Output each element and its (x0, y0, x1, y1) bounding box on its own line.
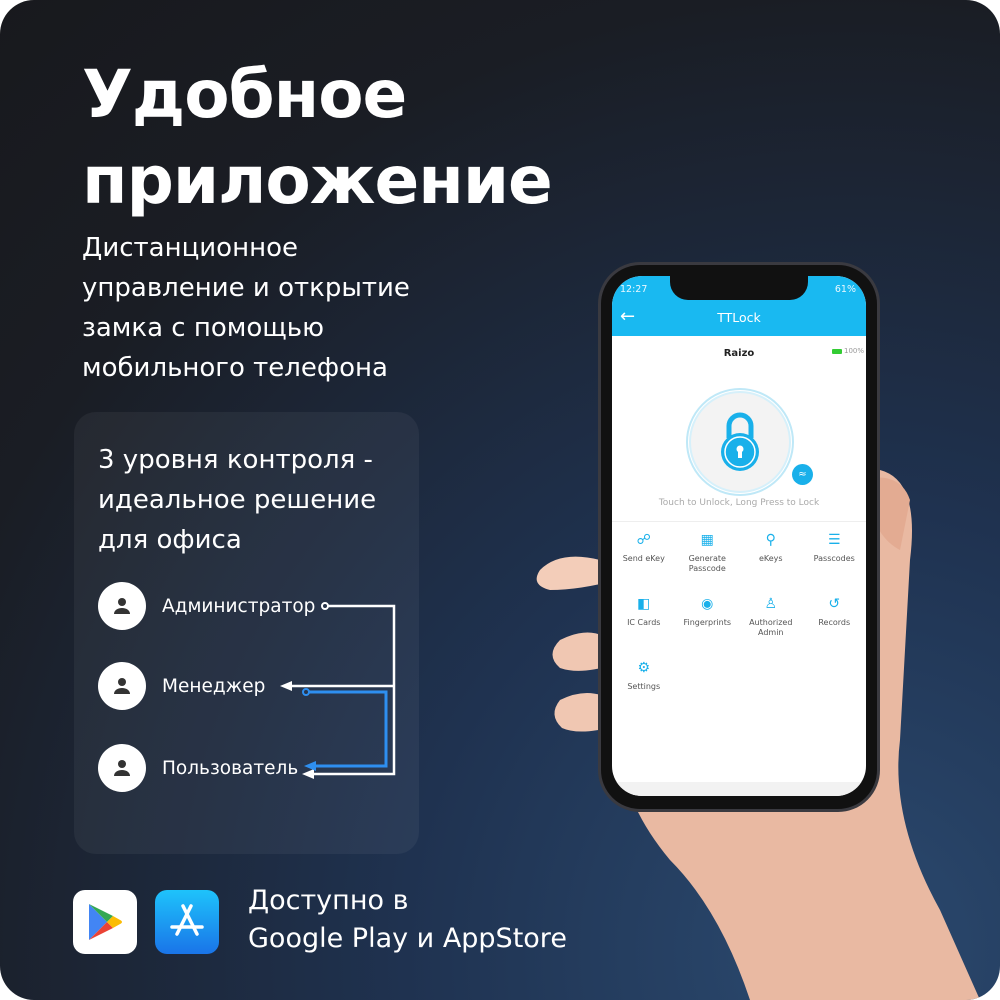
menu-fingerprints[interactable]: ◉ Fingerprints (676, 596, 740, 644)
control-levels-card: 3 уровня контроля - идеальное решение дл… (74, 412, 419, 854)
camera-notch (670, 276, 808, 300)
send-key-icon: ☍ (636, 532, 651, 548)
divider (612, 521, 866, 522)
unlock-button[interactable] (684, 386, 796, 498)
headline: Удобное приложение (82, 52, 553, 224)
promo-canvas: Удобное приложение Дистанционное управле… (0, 0, 1000, 1000)
menu-label: IC Cards (627, 618, 661, 627)
app-title: TTLock (717, 310, 761, 325)
menu-label: eKeys (758, 554, 783, 563)
admin-icon: ♙ (764, 596, 778, 612)
user-icon (98, 662, 146, 710)
status-time: 12:27 (620, 284, 648, 295)
headline-line: Удобное (82, 56, 407, 133)
role-label: Пользователь (162, 757, 299, 779)
role-manager: Менеджер (98, 662, 265, 710)
menu-label: Settings (627, 682, 661, 691)
history-icon: ↺ (828, 596, 841, 612)
lock-battery: 100% (831, 347, 864, 355)
menu-label: Generate Passcode (688, 554, 726, 573)
user-icon (98, 744, 146, 792)
menu-send-ekey[interactable]: ☍ Send eKey (612, 532, 676, 580)
menu-authorized-admin[interactable]: ♙ Authorized Admin (739, 596, 803, 644)
role-label: Администратор (162, 595, 316, 617)
lock-name: Raizo (723, 348, 755, 359)
menu-label: Passcodes (813, 554, 855, 563)
app-bar: 12:27 61% ← TTLock (612, 276, 866, 336)
menu-label: Records (818, 618, 851, 627)
card-icon: ◧ (637, 596, 651, 612)
unlock-hint: Touch to Unlock, Long Press to Lock (658, 498, 820, 508)
google-play-icon[interactable] (73, 890, 137, 954)
menu-label: Send eKey (622, 554, 665, 563)
menu-generate-passcode[interactable]: ▦ Generate Passcode (676, 532, 740, 580)
user-icon (98, 582, 146, 630)
menu-ic-cards[interactable]: ◧ IC Cards (612, 596, 676, 644)
subtitle-line: мобильного телефона (82, 353, 388, 383)
menu-label: Fingerprints (683, 618, 732, 627)
role-label: Менеджер (162, 675, 266, 697)
headline-line: приложение (82, 142, 553, 219)
keypad-icon: ▦ (700, 532, 714, 548)
menu-label: Authorized Admin (749, 618, 793, 637)
list-icon: ☰ (827, 532, 841, 548)
status-battery: 61% (834, 284, 856, 295)
feature-menu: ☍ Send eKey ▦ Generate Passcode ⚲ eKeys ☰ Pa… (612, 532, 866, 708)
app-store-icon[interactable] (155, 890, 219, 954)
fingerprint-icon: ◉ (701, 596, 714, 612)
keys-icon: ⚲ (765, 532, 776, 548)
gear-icon: ⚙ (637, 660, 651, 676)
subtitle: Дистанционное управление и открытие замк… (82, 228, 410, 388)
menu-settings[interactable]: ⚙ Settings (612, 660, 676, 708)
battery-icon (831, 348, 842, 354)
subtitle-line: Дистанционное (82, 233, 298, 263)
role-user: Пользователь (98, 744, 298, 792)
menu-ekeys[interactable]: ⚲ eKeys (739, 532, 803, 580)
phone-screen: 12:27 61% ← TTLock Raizo 100% ≈ Touch to… (612, 276, 866, 796)
subtitle-line: управление и открытие (82, 273, 410, 303)
menu-records[interactable]: ↺ Records (803, 596, 867, 644)
subtitle-line: замка с помощью (82, 313, 324, 343)
menu-passcodes[interactable]: ☰ Passcodes (803, 532, 867, 580)
role-admin: Администратор (98, 582, 315, 630)
remote-unlock-icon[interactable]: ≈ (792, 464, 813, 485)
bottom-bar (612, 782, 866, 796)
lock-battery-value: 100% (843, 347, 864, 355)
